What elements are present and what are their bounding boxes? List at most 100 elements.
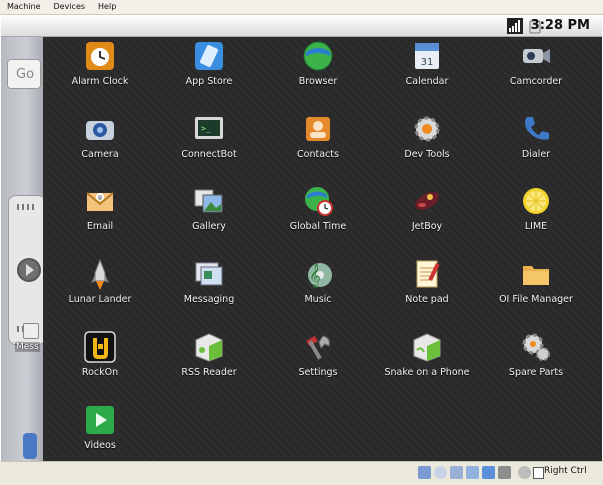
home-messaging-icon[interactable] [23,323,39,339]
app-dev-tools[interactable]: Dev Tools [372,112,482,176]
app-dialer[interactable]: Dialer [481,112,591,176]
app-rss-reader[interactable]: RSS Reader [154,330,264,394]
spare-parts-icon [519,330,553,364]
file-manager-icon [519,257,553,291]
shared-folders-icon[interactable] [466,466,479,479]
app-spare-parts[interactable]: Spare Parts [481,330,591,394]
rss-reader-icon [192,330,226,364]
app-label: Music [304,294,332,305]
app-jetboy[interactable]: JetBoy [372,184,482,248]
app-music[interactable]: 𝄞 Music [263,257,373,321]
svg-text:>_: >_ [201,124,211,133]
app-drawer: Alarm Clock App Store Browser 31 Calenda… [43,37,602,461]
app-lunar-lander[interactable]: Lunar Lander [45,257,155,321]
app-settings[interactable]: Settings [263,330,373,394]
app-email[interactable]: @ Email [45,184,155,248]
svg-text:@: @ [98,195,103,201]
usb-icon[interactable] [450,466,463,479]
note-pad-icon [410,257,444,291]
optical-drive-icon[interactable] [434,466,447,479]
connectbot-icon: >_ [192,112,226,146]
app-rockon[interactable]: RockOn [45,330,155,394]
svg-text:𝄞: 𝄞 [309,263,321,288]
app-label: Snake on a Phone [384,367,470,378]
app-label: Dialer [521,149,551,160]
app-label: ConnectBot [181,149,237,160]
camera-icon [83,112,117,146]
app-app-store[interactable]: App Store [154,39,264,103]
network-icon[interactable] [482,466,495,479]
music-icon: 𝄞 [301,257,335,291]
app-connectbot[interactable]: >_ ConnectBot [154,112,264,176]
dev-tools-icon [410,112,444,146]
browser-icon [301,39,335,73]
global-time-icon [301,184,335,218]
app-contacts[interactable]: Contacts [263,112,373,176]
home-label-messaging: Mess [15,342,40,352]
app-gallery[interactable]: Gallery [154,184,264,248]
rockon-icon [83,330,117,364]
dialer-icon [519,112,553,146]
app-label: Global Time [289,221,347,232]
home-screen-edge: Go Mess Di [1,37,46,461]
app-label: Note pad [405,294,449,305]
status-clock: 3:28 PM [530,18,590,33]
hard-disk-icon[interactable] [418,466,431,479]
app-label: Camcorder [509,76,563,87]
app-snake-on-a-phone[interactable]: Snake on a Phone [372,330,482,394]
messaging-icon [192,257,226,291]
email-icon: @ [83,184,117,218]
lunar-lander-icon [83,257,117,291]
app-label: Browser [298,76,338,87]
mouse-integration-icon[interactable] [518,466,531,479]
app-label: Dev Tools [404,149,450,160]
videos-icon [83,403,117,437]
app-label: Settings [298,367,338,378]
app-camera[interactable]: Camera [45,112,155,176]
home-dialer-icon[interactable] [23,433,37,459]
menu-help[interactable]: Help [91,0,122,14]
app-calendar[interactable]: 31 Calendar [372,39,482,103]
app-note-pad[interactable]: Note pad [372,257,482,321]
app-camcorder[interactable]: Camcorder [481,39,591,103]
menu-machine[interactable]: Machine [0,0,47,14]
signal-icon [507,18,523,34]
app-label: Videos [84,440,116,451]
drawer-grip-top [17,204,37,210]
jetboy-icon [410,184,444,218]
app-videos[interactable]: Videos [45,403,155,461]
app-alarm-clock[interactable]: Alarm Clock [45,39,155,103]
app-label: OI File Manager [499,294,573,305]
vm-menubar: Machine Devices Help [0,0,603,15]
app-label: Email [86,221,114,232]
camcorder-icon [519,39,553,73]
app-label: Gallery [192,221,226,232]
app-browser[interactable]: Browser [263,39,373,103]
host-key-label: Right Ctrl [544,466,587,476]
app-label: RSS Reader [181,367,237,378]
menu-devices[interactable]: Devices [47,0,92,14]
app-label: App Store [185,76,233,87]
app-label: Calendar [405,76,449,87]
display-icon[interactable] [498,466,511,479]
app-lime[interactable]: LIME [481,184,591,248]
app-oi-file-manager[interactable]: OI File Manager [481,257,591,321]
android-status-bar: 3:28 PM [1,16,602,37]
android-screen: 3:28 PM Go Mess Di Alarm Clock App Store… [1,16,602,461]
snake-icon [410,330,444,364]
calendar-icon: 31 [410,39,444,73]
app-label: Messaging [183,294,235,305]
home-search-widget[interactable]: Go [7,59,41,89]
app-label: Camera [81,149,119,160]
app-label: Contacts [297,149,339,160]
app-label: RockOn [81,367,119,378]
app-label: Lunar Lander [68,294,132,305]
svg-text:31: 31 [421,57,434,68]
contacts-icon [301,112,335,146]
vm-status-bar: Right Ctrl [0,461,603,485]
app-label: LIME [524,221,548,232]
app-global-time[interactable]: Global Time [263,184,373,248]
gallery-icon [192,184,226,218]
app-label: JetBoy [411,221,443,232]
app-messaging[interactable]: Messaging [154,257,264,321]
